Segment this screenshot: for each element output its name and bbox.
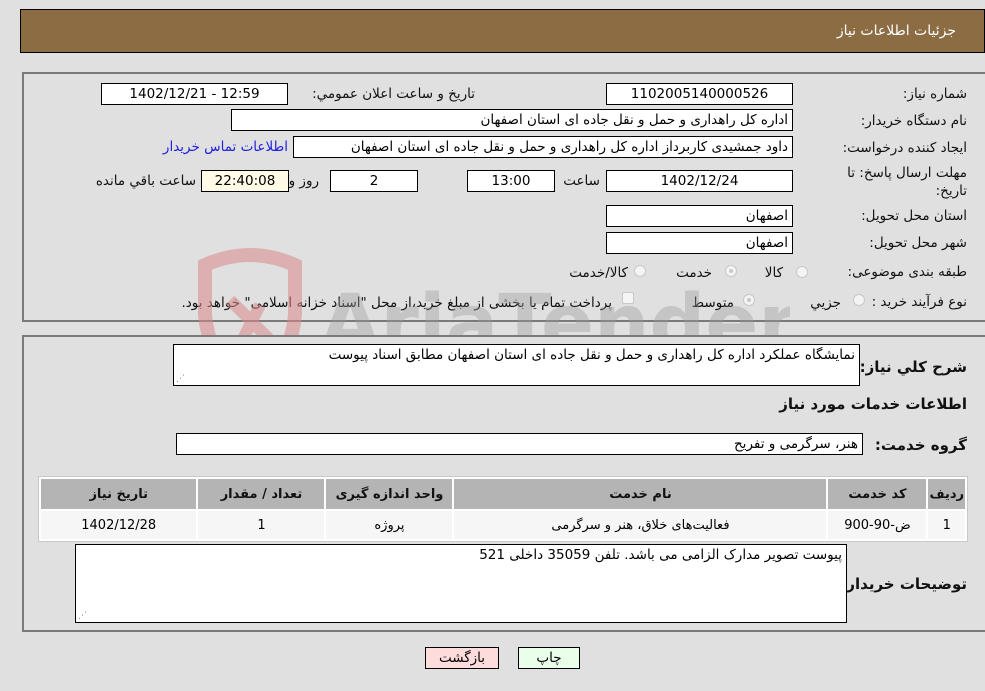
print-button[interactable]: چاپ <box>518 647 580 669</box>
page-title: جزئيات اطلاعات نياز <box>836 23 956 39</box>
city-label: شهر محل تحویل: <box>869 235 967 251</box>
days-remaining-field: 2 <box>330 170 418 192</box>
cell-quantity: 1 <box>198 511 325 539</box>
city-field: اصفهان <box>606 232 793 254</box>
process-radio-small[interactable] <box>853 294 865 306</box>
process-option-medium: متوسط <box>691 295 734 311</box>
buyer-org-label: نام دستگاه خریدار: <box>860 113 967 129</box>
services-table: رديف کد خدمت نام خدمت واحد اندازه گیری ت… <box>38 476 968 542</box>
service-group-field: هنر، سرگرمی و تفریح <box>176 433 863 455</box>
category-radio-service[interactable] <box>725 265 737 277</box>
col-header-quantity: تعداد / مقدار <box>198 479 325 509</box>
buyer-org-field: اداره کل راهداری و حمل و نقل جاده ای است… <box>231 109 793 131</box>
remaining-time-label: ساعت باقي مانده <box>95 173 196 189</box>
province-field: اصفهان <box>606 205 793 227</box>
back-button[interactable]: بازگشت <box>425 647 499 669</box>
summary-textarea[interactable]: نمایشگاه عملکرد اداره کل راهداری و حمل و… <box>173 344 860 386</box>
need-number-label: شماره نیاز: <box>902 86 967 102</box>
col-header-need-date: تاریخ نیاز <box>41 479 197 509</box>
category-option-goods: کالا <box>764 265 783 281</box>
deadline-label: مهلت ارسال پاسخ: تا تاریخ: <box>847 165 967 199</box>
cell-need-date: 1402/12/28 <box>41 511 197 539</box>
summary-text: نمایشگاه عملکرد اداره کل راهداری و حمل و… <box>328 347 855 363</box>
remaining-time-field: 22:40:08 <box>201 170 289 192</box>
resize-grip-icon[interactable]: ⋱ <box>78 612 87 621</box>
deadline-time-label: ساعت <box>563 173 600 189</box>
summary-label: شرح کلي نياز: <box>859 358 967 376</box>
treasury-note: پرداخت تمام یا بخشی از مبلغ خرید،از محل … <box>181 295 612 311</box>
col-header-service-code: کد خدمت <box>828 479 927 509</box>
process-radio-medium[interactable] <box>743 294 755 306</box>
announce-datetime-field: 1402/12/21 - 12:59 <box>101 83 288 105</box>
buyer-notes-text: پیوست تصویر مدارک الزامی می باشد. تلفن 3… <box>479 547 842 563</box>
category-label: طبقه بندی موضوعی: <box>847 264 967 280</box>
category-option-goods-service: کالا/خدمت <box>569 265 628 281</box>
creator-field: داود جمشیدی کاربرداز اداره کل راهداری و … <box>293 136 793 158</box>
process-label: نوع فرآیند خرید : <box>871 294 967 310</box>
resize-grip-icon[interactable]: ⋱ <box>176 375 185 384</box>
days-label: روز و <box>288 173 319 189</box>
table-header-row: رديف کد خدمت نام خدمت واحد اندازه گیری ت… <box>41 479 965 509</box>
table-row: 1 ض-90-900 فعالیت‌های خلاق، هنر و سرگرمی… <box>41 511 965 539</box>
treasury-checkbox[interactable] <box>622 292 634 304</box>
category-radio-goods[interactable] <box>796 266 808 278</box>
creator-label: ایجاد کننده درخواست: <box>842 140 967 156</box>
deadline-time-field: 13:00 <box>467 170 555 192</box>
buyer-contact-link[interactable]: اطلاعات تماس خریدار <box>163 139 288 155</box>
cell-service-code: ض-90-900 <box>828 511 927 539</box>
process-option-small: جزيي <box>810 295 841 311</box>
col-header-service-name: نام خدمت <box>454 479 827 509</box>
buyer-notes-textarea[interactable]: پیوست تصویر مدارک الزامی می باشد. تلفن 3… <box>75 544 847 623</box>
announce-label: تاريخ و ساعت اعلان عمومي: <box>312 86 475 102</box>
page-header: جزئيات اطلاعات نياز <box>20 9 985 53</box>
deadline-date-field: 1402/12/24 <box>606 170 793 192</box>
category-radio-goods-service[interactable] <box>634 265 646 277</box>
cell-service-name: فعالیت‌های خلاق، هنر و سرگرمی <box>454 511 827 539</box>
services-heading: اطلاعات خدمات مورد نياز <box>779 395 967 413</box>
category-option-service: خدمت <box>676 265 712 281</box>
need-number-field: 1102005140000526 <box>606 83 793 105</box>
cell-unit: پروژه <box>326 511 453 539</box>
province-label: استان محل تحویل: <box>861 208 967 224</box>
service-group-label: گروه خدمت: <box>874 436 967 454</box>
buyer-notes-label: توضیحات خریدار: <box>840 575 967 593</box>
col-header-unit: واحد اندازه گیری <box>326 479 453 509</box>
col-header-row-number: رديف <box>928 479 965 509</box>
cell-row-number: 1 <box>928 511 965 539</box>
